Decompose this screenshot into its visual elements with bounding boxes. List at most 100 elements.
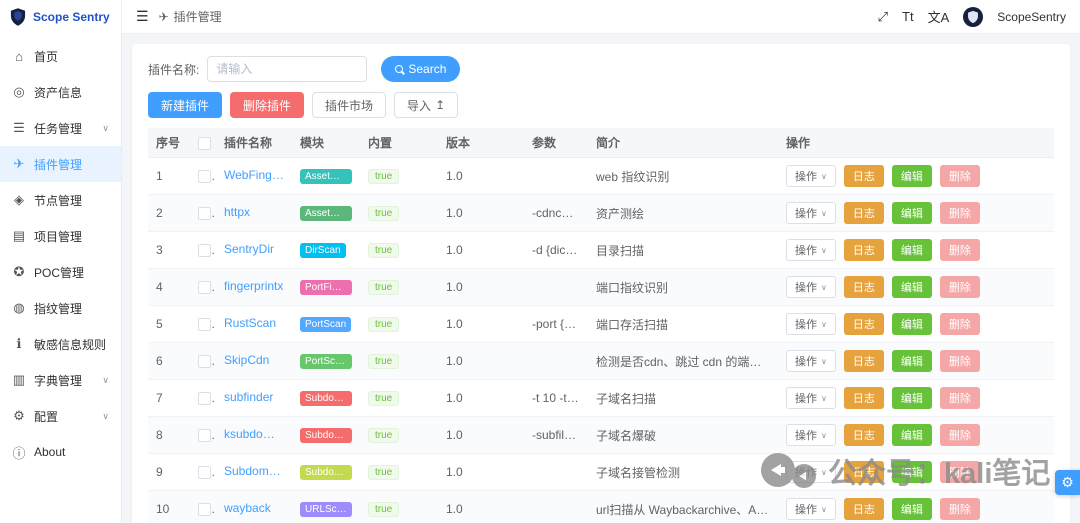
row-actions-dropdown[interactable]: 操作 ∨: [786, 202, 836, 224]
row-actions-dropdown-label: 操作: [795, 393, 817, 405]
delete-button[interactable]: 删除: [939, 202, 980, 224]
delete-button[interactable]: 删除: [939, 424, 980, 446]
sidebar-item-label: 配置: [34, 409, 59, 424]
edit-button[interactable]: 编辑: [891, 498, 932, 520]
row-actions-dropdown[interactable]: 操作 ∨: [786, 350, 836, 372]
font-size-icon[interactable]: Tt: [902, 9, 914, 24]
header-version: 版本: [438, 128, 524, 158]
language-icon[interactable]: 文A: [928, 7, 950, 26]
log-button[interactable]: 日志: [843, 165, 884, 187]
row-actions-dropdown[interactable]: 操作 ∨: [786, 239, 836, 261]
row-checkbox[interactable]: [198, 244, 211, 258]
delete-button[interactable]: 删除: [939, 461, 980, 483]
sidebar-item-home[interactable]: ⌂ 首页: [0, 38, 121, 74]
sidebar-item-fingerprint-management[interactable]: ◍ 指纹管理: [0, 290, 121, 326]
row-actions-dropdown-label: 操作: [795, 245, 817, 257]
sidebar-item-asset-info[interactable]: ◎ 资产信息: [0, 74, 121, 110]
header-plugin-name: 插件名称: [216, 128, 292, 158]
sidebar-item-node-management[interactable]: ◈ 节点管理: [0, 182, 121, 218]
fullscreen-icon[interactable]: ⤢: [878, 9, 888, 25]
task-list-icon: ☰: [13, 120, 25, 135]
log-button[interactable]: 日志: [843, 313, 884, 335]
row-actions-dropdown[interactable]: 操作 ∨: [786, 461, 836, 483]
edit-button[interactable]: 编辑: [891, 313, 932, 335]
row-actions-dropdown-label: 操作: [795, 430, 817, 442]
log-button[interactable]: 日志: [843, 461, 884, 483]
plugin-name-link[interactable]: SentryDir: [224, 242, 274, 256]
delete-plugin-button[interactable]: 删除插件: [230, 92, 305, 118]
delete-button[interactable]: 删除: [939, 276, 980, 298]
plugin-name-link[interactable]: RustScan: [224, 316, 276, 330]
asset-info-icon: ◎: [13, 84, 25, 99]
plugin-name-input[interactable]: [207, 56, 368, 82]
sidebar-item-task-management[interactable]: ☰ 任务管理 ∨: [0, 110, 121, 146]
collapse-sidebar-icon[interactable]: ☰: [136, 8, 149, 25]
avatar[interactable]: [963, 6, 984, 27]
row-actions-dropdown[interactable]: 操作 ∨: [786, 424, 836, 446]
row-checkbox[interactable]: [198, 281, 211, 295]
edit-button[interactable]: 编辑: [891, 424, 932, 446]
edit-button[interactable]: 编辑: [891, 350, 932, 372]
plugin-name-link[interactable]: SubdomainT...: [224, 464, 284, 478]
log-button[interactable]: 日志: [843, 350, 884, 372]
sidebar-item-label: 字典管理: [34, 373, 83, 388]
edit-button[interactable]: 编辑: [891, 202, 932, 224]
log-button[interactable]: 日志: [843, 239, 884, 261]
row-checkbox[interactable]: [198, 429, 211, 443]
row-actions-dropdown[interactable]: 操作 ∨: [786, 165, 836, 187]
module-tag: SubdomainScan: [300, 427, 352, 443]
plugin-name-link[interactable]: ksubdomain: [224, 427, 284, 441]
import-button[interactable]: 导入 ↥: [394, 92, 459, 118]
params-cell: -port {port.n...: [524, 305, 588, 343]
edit-button[interactable]: 编辑: [891, 387, 932, 409]
row-checkbox[interactable]: [198, 170, 211, 184]
topbar-actions: ⤢ Tt 文A ScopeSentry: [878, 6, 1066, 27]
row-checkbox[interactable]: [198, 392, 211, 406]
row-checkbox[interactable]: [198, 207, 211, 221]
sidebar-item-dictionary-management[interactable]: ▥ 字典管理 ∨: [0, 362, 121, 398]
select-all-checkbox[interactable]: [198, 136, 211, 150]
log-button[interactable]: 日志: [843, 387, 884, 409]
plugin-name-link[interactable]: fingerprintx: [224, 279, 283, 293]
search-button[interactable]: Search: [381, 56, 461, 82]
row-actions-dropdown[interactable]: 操作 ∨: [786, 276, 836, 298]
row-checkbox[interactable]: [198, 318, 211, 332]
plugin-name-link[interactable]: WebFingerp...: [224, 168, 284, 182]
log-button[interactable]: 日志: [843, 202, 884, 224]
settings-float-button[interactable]: ⚙: [1055, 470, 1080, 495]
row-checkbox[interactable]: [198, 466, 211, 480]
edit-button[interactable]: 编辑: [891, 165, 932, 187]
row-checkbox[interactable]: [198, 355, 211, 369]
sidebar-item-about[interactable]: ⓘ About: [0, 434, 121, 470]
table-row: 9 SubdomainT... SubdomainSecur true 1.0 …: [148, 453, 1054, 491]
log-button[interactable]: 日志: [843, 276, 884, 298]
log-button[interactable]: 日志: [843, 498, 884, 520]
edit-button[interactable]: 编辑: [891, 239, 932, 261]
delete-button[interactable]: 删除: [939, 350, 980, 372]
new-plugin-button[interactable]: 新建插件: [148, 92, 223, 118]
sidebar-item-plugin-management[interactable]: ✈ 插件管理: [0, 146, 121, 182]
delete-button[interactable]: 删除: [939, 165, 980, 187]
sidebar-item-sensitive-info-rules[interactable]: ℹ 敏感信息规则: [0, 326, 121, 362]
edit-button[interactable]: 编辑: [891, 461, 932, 483]
logo-shield-icon: [10, 8, 26, 26]
log-button[interactable]: 日志: [843, 424, 884, 446]
app-logo[interactable]: Scope Sentry: [0, 0, 121, 34]
plugin-name-link[interactable]: SkipCdn: [224, 353, 269, 367]
plugin-name-link[interactable]: httpx: [224, 205, 250, 219]
plugin-market-button[interactable]: 插件市场: [312, 92, 387, 118]
row-actions-dropdown[interactable]: 操作 ∨: [786, 387, 836, 409]
plugin-name-link[interactable]: wayback: [224, 501, 271, 515]
row-actions-dropdown[interactable]: 操作 ∨: [786, 498, 836, 520]
delete-button[interactable]: 删除: [939, 313, 980, 335]
delete-button[interactable]: 删除: [939, 387, 980, 409]
edit-button[interactable]: 编辑: [891, 276, 932, 298]
sidebar-item-config[interactable]: ⚙ 配置 ∨: [0, 398, 121, 434]
row-actions-dropdown[interactable]: 操作 ∨: [786, 313, 836, 335]
delete-button[interactable]: 删除: [939, 239, 980, 261]
sidebar-item-project-management[interactable]: ▤ 项目管理: [0, 218, 121, 254]
delete-button[interactable]: 删除: [939, 498, 980, 520]
sidebar-item-poc-management[interactable]: ✪ POC管理: [0, 254, 121, 290]
row-checkbox[interactable]: [198, 503, 211, 517]
plugin-name-link[interactable]: subfinder: [224, 390, 273, 404]
